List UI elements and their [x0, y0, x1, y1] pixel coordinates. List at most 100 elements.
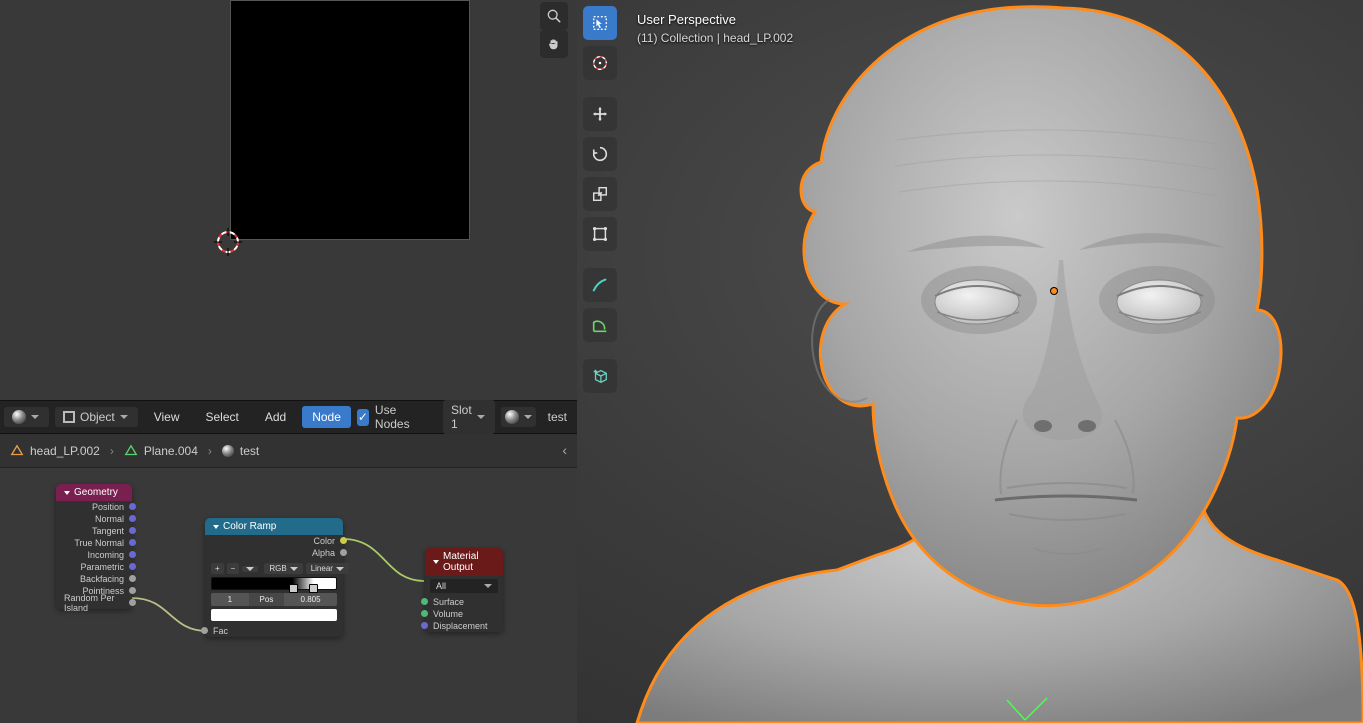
uv-image-editor[interactable]	[0, 0, 577, 398]
shader-breadcrumb: head_LP.002 › Plane.004 › test ‹	[0, 434, 577, 468]
socket-out-icon[interactable]	[129, 539, 136, 546]
editor-type-dropdown[interactable]	[4, 407, 49, 427]
tool-select-box[interactable]	[583, 6, 617, 40]
breadcrumb-sep-icon: ›	[208, 444, 212, 458]
tool-scale[interactable]	[583, 177, 617, 211]
socket-out-icon[interactable]	[129, 563, 136, 570]
collapse-tri-icon	[433, 560, 439, 564]
socket-out-icon[interactable]	[340, 549, 347, 556]
socket-true-normal[interactable]: True Normal	[56, 537, 132, 549]
socket-alpha-out[interactable]: Alpha	[205, 547, 343, 559]
collapse-tri-icon	[213, 525, 219, 529]
socket-normal[interactable]: Normal	[56, 513, 132, 525]
breadcrumb-material[interactable]: test	[222, 444, 259, 458]
socket-parametric[interactable]: Parametric	[56, 561, 132, 573]
ramp-color-mode[interactable]: RGB	[264, 563, 302, 574]
socket-out-icon[interactable]	[129, 551, 136, 558]
socket-out-icon[interactable]	[129, 527, 136, 534]
color-ramp-body: + − RGB Linear 1 Pos 0.805	[205, 559, 343, 625]
meshdata-icon	[124, 444, 138, 458]
material-name-field[interactable]: test	[542, 407, 573, 427]
socket-out-icon[interactable]	[340, 537, 347, 544]
color-ramp-gradient[interactable]	[211, 577, 337, 590]
tool-cursor[interactable]	[583, 46, 617, 80]
ramp-menu-icon[interactable]	[242, 566, 258, 572]
menu-select[interactable]: Select	[195, 406, 248, 428]
socket-out-icon[interactable]	[129, 515, 136, 522]
tool-annotate[interactable]	[583, 268, 617, 302]
chevron-down-icon	[484, 584, 492, 588]
collapse-panel-icon[interactable]: ‹	[562, 442, 567, 458]
socket-tangent[interactable]: Tangent	[56, 525, 132, 537]
breadcrumb-mesh[interactable]: Plane.004	[124, 444, 198, 458]
chevron-down-icon	[477, 415, 485, 419]
chevron-down-icon	[120, 415, 128, 419]
use-nodes-checkbox[interactable]: ✓	[357, 409, 369, 426]
socket-out-icon[interactable]	[129, 599, 136, 606]
menu-add[interactable]: Add	[255, 406, 296, 428]
material-sphere-icon	[505, 410, 519, 424]
socket-random-per-island[interactable]: Random Per Island	[56, 597, 132, 609]
viewport-3d[interactable]: User Perspective (11) Collection | head_…	[577, 0, 1363, 723]
node-graph[interactable]: Geometry Position Normal Tangent True No…	[0, 468, 577, 723]
ramp-pos-label: Pos	[249, 593, 284, 606]
socket-color-out[interactable]: Color	[205, 535, 343, 547]
socket-out-icon[interactable]	[129, 587, 136, 594]
breadcrumb-sep-icon: ›	[110, 444, 114, 458]
mesh-icon	[10, 444, 24, 458]
tool-measure[interactable]	[583, 308, 617, 342]
collapse-tri-icon	[64, 491, 70, 495]
ramp-add-stop[interactable]: +	[211, 563, 224, 574]
node-material-output[interactable]: Material Output All Surface Volume Displ…	[425, 548, 503, 632]
ramp-pos-value[interactable]: 0.805	[284, 593, 337, 606]
ramp-stop-handle[interactable]	[289, 584, 298, 593]
chevron-down-icon	[524, 415, 532, 419]
socket-in-icon[interactable]	[201, 627, 208, 634]
tool-transform[interactable]	[583, 217, 617, 251]
socket-in-icon[interactable]	[421, 610, 428, 617]
pan-tool-icon[interactable]	[540, 30, 568, 58]
ramp-stop-handle[interactable]	[309, 584, 318, 593]
zoom-tool-icon[interactable]	[540, 2, 568, 30]
breadcrumb-object[interactable]: head_LP.002	[10, 444, 100, 458]
output-target-dropdown[interactable]: All	[430, 579, 498, 593]
node-color-ramp[interactable]: Color Ramp Color Alpha + − RGB Linear 1	[205, 518, 343, 637]
socket-fac-in[interactable]: Fac	[205, 625, 343, 637]
tool-rotate[interactable]	[583, 137, 617, 171]
menu-node[interactable]: Node	[302, 406, 351, 428]
node-material-output-title[interactable]: Material Output	[425, 548, 503, 576]
object-mode-dropdown[interactable]: Object	[55, 407, 138, 427]
tool-move[interactable]	[583, 97, 617, 131]
ramp-stop-index[interactable]: 1	[211, 593, 249, 606]
node-geometry[interactable]: Geometry Position Normal Tangent True No…	[56, 484, 132, 609]
left-panel: Object View Select Add Node ✓ Use Nodes …	[0, 0, 577, 723]
node-geometry-title[interactable]: Geometry	[56, 484, 132, 501]
breadcrumb-object-label: head_LP.002	[30, 444, 100, 458]
socket-in-icon[interactable]	[421, 598, 428, 605]
material-sphere-icon	[222, 445, 234, 457]
tool-add-cube[interactable]	[583, 359, 617, 393]
material-slot-dropdown[interactable]: Slot 1	[443, 400, 495, 434]
socket-backfacing[interactable]: Backfacing	[56, 573, 132, 585]
socket-displacement-in[interactable]: Displacement	[425, 620, 503, 632]
socket-volume-in[interactable]: Volume	[425, 608, 503, 620]
image-canvas[interactable]	[230, 0, 470, 240]
viewport-overlay-text: User Perspective (11) Collection | head_…	[637, 12, 793, 45]
viewport-toolbar	[583, 6, 617, 393]
socket-surface-in[interactable]: Surface	[425, 596, 503, 608]
socket-incoming[interactable]: Incoming	[56, 549, 132, 561]
node-color-ramp-title[interactable]: Color Ramp	[205, 518, 343, 535]
socket-out-icon[interactable]	[129, 503, 136, 510]
socket-in-icon[interactable]	[421, 622, 428, 629]
socket-position[interactable]: Position	[56, 501, 132, 513]
material-sphere-icon	[12, 410, 26, 424]
shader-editor-header: Object View Select Add Node ✓ Use Nodes …	[0, 400, 577, 434]
ramp-color-swatch[interactable]	[211, 609, 337, 621]
cursor-3d-icon	[1051, 288, 1057, 294]
material-browser-button[interactable]	[501, 407, 536, 427]
slot-label: Slot 1	[451, 403, 472, 431]
ramp-remove-stop[interactable]: −	[227, 563, 240, 574]
menu-view[interactable]: View	[144, 406, 190, 428]
ramp-interp-type[interactable]: Linear	[306, 563, 349, 574]
socket-out-icon[interactable]	[129, 575, 136, 582]
